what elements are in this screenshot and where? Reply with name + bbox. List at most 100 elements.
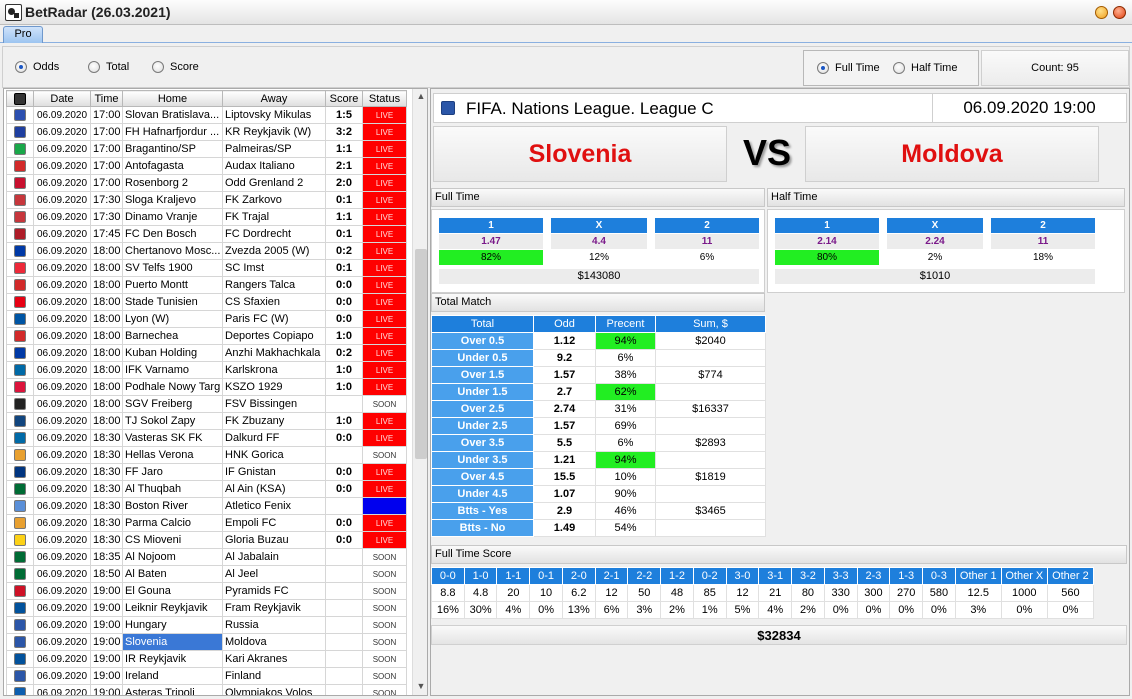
away-team-name: SC Imst xyxy=(222,259,326,277)
table-row[interactable]: 06.09.2020 18:30 Hellas Verona HNK Gorica SO… xyxy=(6,446,407,464)
away-team-name: Odd Grenland 2 xyxy=(222,174,326,192)
match-list-scrollbar[interactable]: ▲ ▼ xyxy=(412,89,427,695)
table-row[interactable]: 06.09.2020 18:00 Barnechea Deportes Copiapo… xyxy=(6,327,407,345)
table-row[interactable]: 06.09.2020 18:00 Kuban Holding Anzhi Makhac… xyxy=(6,344,407,362)
mode-odds-radio[interactable]: Odds xyxy=(15,61,59,73)
match-date: 06.09.2020 xyxy=(33,106,91,124)
ft-pct-x: 12% xyxy=(588,252,609,263)
mode-score-radio[interactable]: Score xyxy=(152,61,199,73)
table-row[interactable]: 06.09.2020 17:30 Sloga Kraljevo FK Zarkovo 0… xyxy=(6,191,407,209)
scroll-thumb[interactable] xyxy=(415,249,427,459)
col-icon-header[interactable] xyxy=(6,90,34,107)
tab-pro[interactable]: Pro xyxy=(3,26,43,43)
table-row[interactable]: 06.09.2020 18:00 SV Telfs 1900 SC Imst 0:1 LI… xyxy=(6,259,407,277)
table-row[interactable]: 06.09.2020 18:30 FF Jaro IF Gnistan 0:0 LIVE xyxy=(6,463,407,481)
table-row[interactable]: 06.09.2020 18:00 SGV Freiberg FSV Bissingen… xyxy=(6,395,407,413)
match-time: 18:00 xyxy=(90,327,123,345)
mode-total-radio[interactable]: Total xyxy=(88,61,129,73)
match-time: 18:00 xyxy=(90,395,123,413)
table-row[interactable]: 06.09.2020 18:30 Parma Calcio Empoli FC 0:0 L… xyxy=(6,514,407,532)
col-score-header[interactable]: Score xyxy=(325,90,363,107)
minimize-button[interactable] xyxy=(1095,6,1108,19)
table-row[interactable]: 06.09.2020 18:00 Stade Tunisien CS Sfaxien 0… xyxy=(6,293,407,311)
table-row[interactable]: 06.09.2020 17:00 Antofagasta Audax Italiano… xyxy=(6,157,407,175)
table-row[interactable]: 06.09.2020 18:30 CS Mioveni Gloria Buzau 0:0… xyxy=(6,531,407,549)
radio-label: Full Time xyxy=(835,62,880,74)
total-row: Over 0.5 1.12 94% $2040 xyxy=(431,332,766,350)
table-row[interactable]: 06.09.2020 18:30 Boston River Atletico Feni… xyxy=(6,497,407,515)
status-badge: LIVE xyxy=(362,310,407,328)
score-percent-cell: 0% xyxy=(529,601,563,619)
scroll-up-icon[interactable]: ▲ xyxy=(415,91,427,103)
scroll-down-icon[interactable]: ▼ xyxy=(415,681,427,693)
home-team-name: Ireland xyxy=(122,667,223,685)
table-row[interactable]: 06.09.2020 19:00 IR Reykjavik Kari Akranes S… xyxy=(6,650,407,668)
table-row[interactable]: 06.09.2020 18:00 Puerto Montt Rangers Talca… xyxy=(6,276,407,294)
table-row[interactable]: 06.09.2020 19:00 Hungary Russia SOON xyxy=(6,616,407,634)
match-time: 17:00 xyxy=(90,157,123,175)
home-team-name: Slovan Bratislava... xyxy=(122,106,223,124)
score-header-cell: 0-3 xyxy=(922,567,956,585)
table-row[interactable]: 06.09.2020 17:00 FH Hafnarfjordur ... KR Re… xyxy=(6,123,407,141)
match-date: 06.09.2020 xyxy=(33,565,91,583)
table-row[interactable]: 06.09.2020 18:00 TJ Sokol Zapy FK Zbuzany 1:… xyxy=(6,412,407,430)
table-row[interactable]: 06.09.2020 18:00 IFK Varnamo Karlskrona 1:0 L… xyxy=(6,361,407,379)
score-percent-cell: 0% xyxy=(1046,601,1095,619)
away-team-name: Liptovsky Mikulas xyxy=(222,106,326,124)
score-header-cell: 2-0 xyxy=(561,567,596,585)
total-label: Over 2.5 xyxy=(431,400,534,418)
table-row[interactable]: 06.09.2020 17:00 Slovan Bratislava... Lipto… xyxy=(6,106,407,124)
table-row[interactable]: 06.09.2020 18:50 Al Baten Al Jeel SOON xyxy=(6,565,407,583)
period-full-time-radio[interactable]: Full Time xyxy=(817,62,880,74)
table-row[interactable]: 06.09.2020 17:00 Rosenborg 2 Odd Grenland 2… xyxy=(6,174,407,192)
radio-indicator-icon xyxy=(817,62,829,74)
col-home-header[interactable]: Home xyxy=(122,90,223,107)
table-row[interactable]: 06.09.2020 18:00 Podhale Nowy Targ KSZO 192… xyxy=(6,378,407,396)
table-row[interactable]: 06.09.2020 18:00 Chertanovo Mosc... Zvezda … xyxy=(6,242,407,260)
total-odd: 15.5 xyxy=(533,468,596,486)
score-header-cell: 3-3 xyxy=(823,567,858,585)
col-status-header[interactable]: Status xyxy=(362,90,407,107)
table-row[interactable]: 06.09.2020 19:00 Asteras Tripoli Olympiakos… xyxy=(6,684,407,695)
half-time-header: Half Time xyxy=(767,188,1125,207)
match-date: 06.09.2020 xyxy=(33,293,91,311)
score-odd-cell: 270 xyxy=(889,584,924,602)
close-button[interactable] xyxy=(1113,6,1126,19)
away-team-name: Palmeiras/SP xyxy=(222,140,326,158)
table-row[interactable]: 06.09.2020 19:00 Slovenia Moldova SOON xyxy=(6,633,407,651)
col-date-header[interactable]: Date xyxy=(33,90,91,107)
table-row[interactable]: 06.09.2020 19:00 El Gouna Pyramids FC SOON xyxy=(6,582,407,600)
country-flag-icon xyxy=(14,126,26,139)
home-team-name: SV Telfs 1900 xyxy=(122,259,223,277)
sort-icon xyxy=(14,92,26,105)
match-score: 2:1 xyxy=(325,157,363,175)
match-date: 06.09.2020 xyxy=(33,599,91,617)
home-team-name: FC Den Bosch xyxy=(122,225,223,243)
table-row[interactable]: 06.09.2020 17:00 Bragantino/SP Palmeiras/SP… xyxy=(6,140,407,158)
total-table-header: Total Odd Precent Sum, $ xyxy=(431,315,766,333)
table-row[interactable]: 06.09.2020 17:30 Dinamo Vranje FK Trajal 1:1… xyxy=(6,208,407,226)
table-row[interactable]: 06.09.2020 19:00 Ireland Finland SOON xyxy=(6,667,407,685)
col-away-header[interactable]: Away xyxy=(222,90,326,107)
table-row[interactable]: 06.09.2020 18:35 Al Nojoom Al Jabalain SOON xyxy=(6,548,407,566)
table-row[interactable]: 06.09.2020 17:45 FC Den Bosch FC Dordrecht 0… xyxy=(6,225,407,243)
country-flag-icon xyxy=(14,534,26,547)
score-percent-cell: 0% xyxy=(1000,601,1048,619)
table-row[interactable]: 06.09.2020 18:30 Al Thuqbah Al Ain (KSA) 0:0… xyxy=(6,480,407,498)
match-date: 06.09.2020 xyxy=(33,208,91,226)
period-half-time-radio[interactable]: Half Time xyxy=(893,62,957,74)
table-row[interactable]: 06.09.2020 19:00 Leiknir Reykjavik Fram Rey… xyxy=(6,599,407,617)
home-team-name: SGV Freiberg xyxy=(122,395,223,413)
country-flag-icon xyxy=(14,330,26,343)
match-time: 18:30 xyxy=(90,429,123,447)
count-display: Count: 95 xyxy=(981,50,1129,86)
away-team-name: FK Zbuzany xyxy=(222,412,326,430)
table-row[interactable]: 06.09.2020 18:30 Vasteras SK FK Dalkurd FF 0… xyxy=(6,429,407,447)
country-flag-icon xyxy=(14,381,26,394)
score-header-cell: Other X xyxy=(1000,567,1048,585)
col-time-header[interactable]: Time xyxy=(90,90,123,107)
table-row[interactable]: 06.09.2020 18:00 Lyon (W) Paris FC (W) 0:0 LI… xyxy=(6,310,407,328)
ft-head-x: X xyxy=(551,218,647,233)
league-name: FIFA. Nations League. League C xyxy=(466,99,714,118)
country-cell xyxy=(6,446,34,464)
